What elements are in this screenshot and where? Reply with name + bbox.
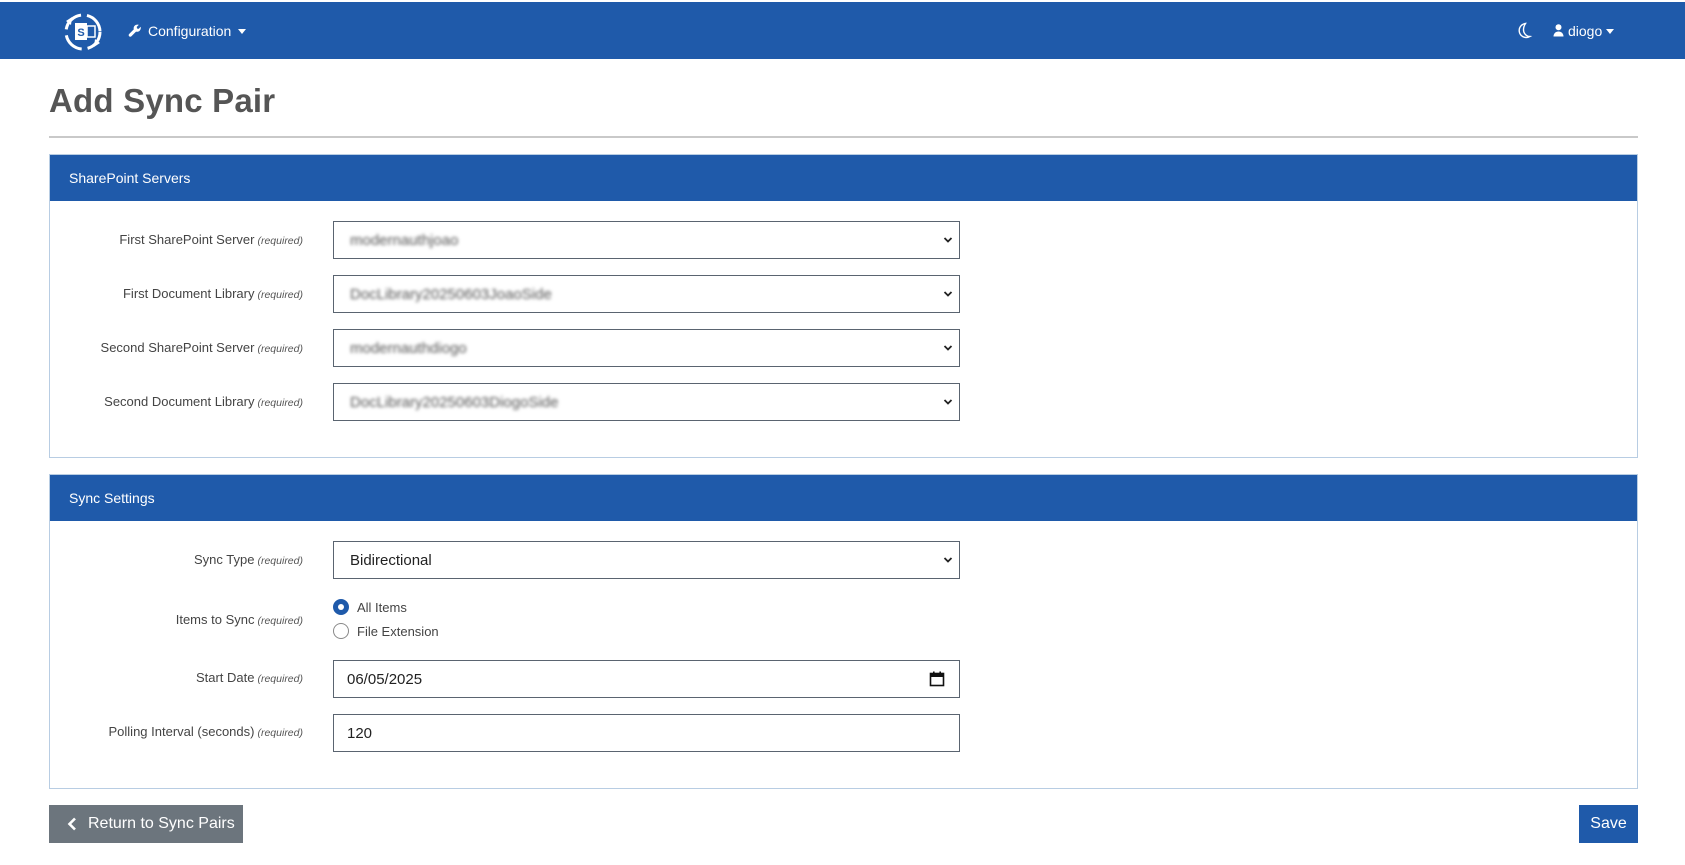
panel-heading: Sync Settings [50, 475, 1637, 521]
radio-file-extension-label: File Extension [357, 623, 439, 639]
svg-text:S: S [77, 27, 84, 39]
first-library-value: DocLibrary20250603JoaoSide [350, 285, 552, 303]
first-server-label: First SharePoint Server (required) [119, 232, 303, 247]
title-divider [49, 136, 1638, 138]
start-date-input[interactable]: 06/05/2025 [333, 660, 960, 698]
sync-type-label: Sync Type (required) [194, 552, 303, 567]
first-server-select[interactable]: modernauthjoao [333, 221, 960, 259]
configuration-label: Configuration [148, 22, 232, 39]
second-library-label: Second Document Library (required) [104, 394, 303, 409]
user-menu[interactable]: diogo [1553, 2, 1615, 59]
radio-file-extension[interactable]: File Extension [333, 623, 439, 639]
first-server-value: modernauthjoao [350, 231, 459, 249]
radio-button-checked[interactable] [333, 599, 349, 615]
second-server-select[interactable]: modernauthdiogo [333, 329, 960, 367]
items-to-sync-label: Items to Sync (required) [175, 612, 303, 627]
radio-all-items-label: All Items [357, 599, 407, 615]
save-button-label: Save [1590, 815, 1627, 832]
sharepoint-sync-logo-icon[interactable]: S [60, 9, 106, 55]
start-date-value: 06/05/2025 [347, 670, 423, 688]
sharepoint-servers-panel: SharePoint Servers First SharePoint Serv… [49, 154, 1638, 458]
caret-down-icon [238, 28, 247, 34]
start-date-label: Start Date (required) [195, 670, 303, 685]
user-icon [1553, 24, 1564, 37]
page-title: Add Sync Pair [49, 82, 276, 119]
radio-all-items[interactable]: All Items [333, 599, 407, 615]
second-server-label: Second SharePoint Server (required) [100, 340, 303, 355]
return-button-label: Return to Sync Pairs [88, 815, 235, 832]
chevron-left-icon [67, 817, 76, 831]
polling-interval-input[interactable]: 120 [333, 714, 960, 752]
first-library-label: First Document Library (required) [122, 286, 303, 301]
chevron-down-icon [943, 345, 953, 351]
second-library-value: DocLibrary20250603DiogoSide [350, 393, 559, 411]
save-button[interactable]: Save [1579, 805, 1638, 843]
sync-settings-panel: Sync Settings Sync Type (required) Bidire… [49, 474, 1638, 789]
chevron-down-icon [943, 557, 953, 563]
chevron-down-icon [943, 237, 953, 243]
wrench-icon [128, 24, 141, 37]
moon-icon[interactable] [1516, 22, 1534, 40]
top-navbar: S Configuration diogo [0, 2, 1685, 59]
sync-type-select[interactable]: Bidirectional [333, 541, 960, 579]
panel-heading: SharePoint Servers [50, 155, 1637, 201]
username-label: diogo [1568, 22, 1603, 39]
radio-button[interactable] [333, 623, 349, 639]
chevron-down-icon [943, 291, 953, 297]
second-server-value: modernauthdiogo [350, 339, 467, 357]
sync-type-value: Bidirectional [350, 551, 432, 569]
caret-down-icon [1606, 28, 1615, 34]
polling-interval-value: 120 [347, 724, 373, 742]
first-library-select[interactable]: DocLibrary20250603JoaoSide [333, 275, 960, 313]
chevron-down-icon [943, 399, 953, 405]
polling-interval-label: Polling Interval (seconds) (required) [108, 724, 304, 739]
calendar-icon[interactable] [929, 671, 945, 687]
configuration-menu[interactable]: Configuration [128, 2, 247, 59]
second-library-select[interactable]: DocLibrary20250603DiogoSide [333, 383, 960, 421]
return-to-sync-pairs-button[interactable]: Return to Sync Pairs [49, 805, 243, 843]
